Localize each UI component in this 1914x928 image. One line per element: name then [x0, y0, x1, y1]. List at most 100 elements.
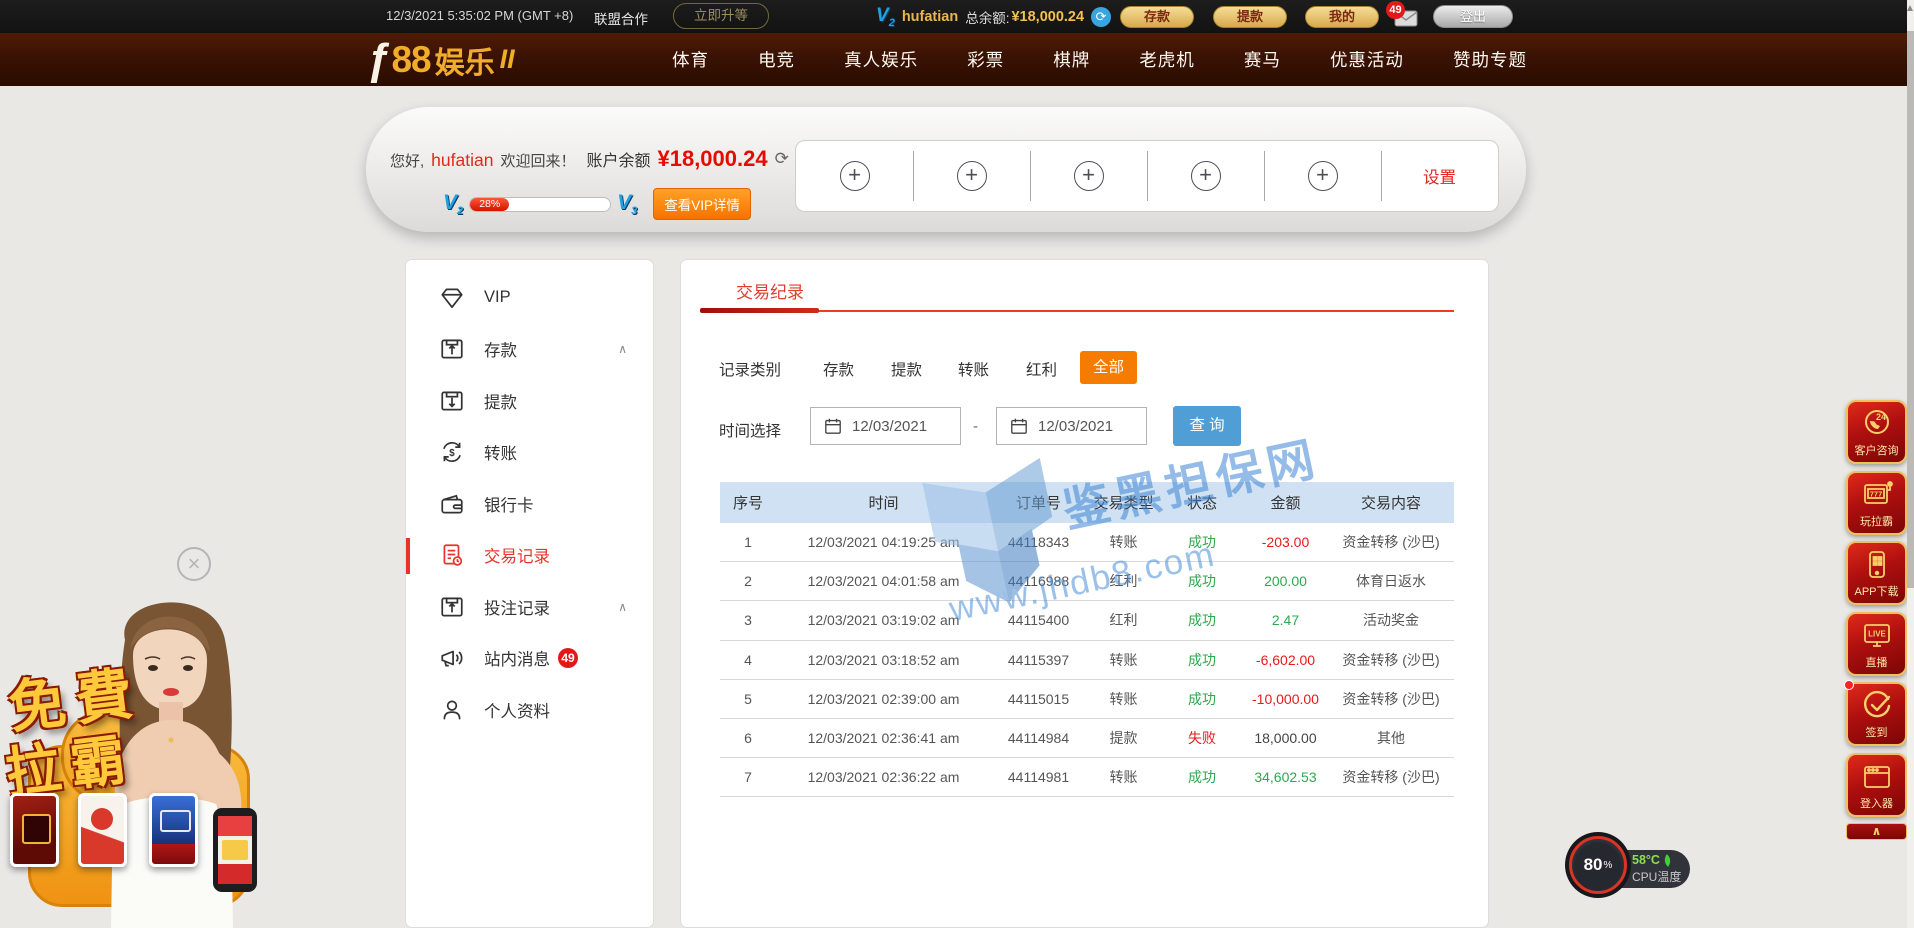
withdraw-icon [439, 388, 465, 414]
megaphone-icon [439, 645, 465, 671]
greeting-prefix: 您好, [390, 150, 424, 171]
sidebar-item-messages[interactable]: 站内消息 49 [406, 633, 653, 685]
mine-button[interactable]: 我的 [1305, 6, 1379, 28]
clock: 12/3/2021 5:35:02 PM (GMT +8) [386, 8, 573, 23]
filter-bonus[interactable]: 红利 [1026, 358, 1057, 380]
date-from-input[interactable]: 12/03/2021 [810, 407, 961, 445]
nav-lottery[interactable]: 彩票 [967, 47, 1004, 72]
cpu-temp-label: CPU温度 [1632, 868, 1690, 885]
withdraw-button[interactable]: 提款 [1213, 6, 1287, 28]
plus-circle-icon: + [1074, 161, 1104, 191]
chevron-up-icon[interactable]: ∧ [618, 600, 627, 614]
status-badge: 失败 [1161, 728, 1243, 748]
vip-next-icon: V3 [617, 191, 637, 217]
scrollbar-thumb[interactable] [1907, 31, 1914, 588]
status-badge: 成功 [1161, 650, 1243, 670]
collapse-menu-button[interactable]: ∧ [1846, 823, 1907, 840]
tab-transaction-records[interactable]: 交易纪录 [736, 278, 804, 303]
banner-balance-label: 账户余额 [586, 147, 650, 171]
customer-service-button[interactable]: 24 客户咨询 [1846, 400, 1907, 464]
vip-detail-button[interactable]: 查看VIP详情 [653, 188, 751, 220]
floating-side-menu: 24 客户咨询 777 玩拉霸 APP下载 LIVE 直播 签到 登入器 ∧ [1846, 400, 1907, 840]
scroll-up-arrow[interactable] [1907, 5, 1913, 11]
transaction-panel: 交易纪录 记录类别 存款 提款 转账 红利 全部 时间选择 12/03/2021… [680, 259, 1489, 928]
nav-esports[interactable]: 电竞 [758, 47, 795, 72]
alliance-link[interactable]: 联盟合作 [594, 8, 648, 28]
live-stream-button[interactable]: LIVE 直播 [1846, 612, 1907, 676]
nav-promotions[interactable]: 优惠活动 [1330, 47, 1404, 72]
promo-close-icon[interactable]: × [177, 547, 211, 581]
nav-items: 体育 电竞 真人娱乐 彩票 棋牌 老虎机 赛马 优惠活动 赞助专题 [672, 33, 1527, 86]
promo-game-thumbnail-3[interactable] [149, 793, 198, 867]
calendar-icon [1010, 417, 1028, 435]
nav-horse-racing[interactable]: 赛马 [1244, 47, 1281, 72]
status-badge: 成功 [1161, 571, 1243, 591]
message-count-badge: 49 [1386, 1, 1405, 19]
logo-88: 88 [391, 39, 430, 81]
sidebar-item-bet-records[interactable]: 投注记录 ∧ [406, 581, 653, 633]
calendar-icon [824, 417, 842, 435]
svg-text:$: $ [449, 448, 455, 459]
table-row: 112/03/2021 04:19:25 am44118343转账成功-203.… [720, 523, 1454, 562]
sidebar-item-withdraw[interactable]: 提款 [406, 375, 653, 427]
balance-value: ¥18,000.24 [1011, 9, 1084, 25]
main-nav: ƒ88娱乐II 体育 电竞 真人娱乐 彩票 棋牌 老虎机 赛马 优惠活动 赞助专… [0, 33, 1914, 86]
sidebar-item-vip[interactable]: VIP [406, 272, 653, 324]
phone-24-icon: 24 [1860, 407, 1894, 441]
deposit-button[interactable]: 存款 [1120, 6, 1194, 28]
vip-current-icon: V2 [443, 191, 463, 217]
table-row: 412/03/2021 03:18:52 am44115397转账成功-6,60… [720, 641, 1454, 680]
banner-refresh-icon[interactable]: ⟳ [775, 149, 789, 169]
sidebar-item-transaction-records[interactable]: 交易记录 [406, 530, 653, 582]
filter-withdraw[interactable]: 提款 [891, 358, 922, 380]
account-summary: V2 hufatian 总余额: ¥18,000.24 ⟳ [876, 0, 1111, 33]
nav-sponsorship[interactable]: 赞助专题 [1453, 47, 1527, 72]
smartphone-icon [1861, 548, 1893, 582]
app-download-button[interactable]: APP下载 [1846, 541, 1907, 605]
transaction-records-icon [439, 542, 465, 568]
slot-machine-icon: 777 [1860, 478, 1894, 512]
username: hufatian [902, 9, 958, 25]
sidebar-item-profile[interactable]: 个人资料 [406, 684, 653, 736]
nav-board-games[interactable]: 棋牌 [1053, 47, 1090, 72]
sidebar-item-transfer[interactable]: $ 转账 [406, 427, 653, 479]
quick-add-slot-1[interactable]: + [796, 141, 913, 211]
top-bar: 12/3/2021 5:35:02 PM (GMT +8) 联盟合作 立即升等 … [0, 0, 1914, 33]
filter-all-active[interactable]: 全部 [1080, 351, 1137, 384]
site-logo[interactable]: ƒ88娱乐II [366, 33, 515, 86]
quick-add-slot-4[interactable]: + [1147, 141, 1264, 211]
promo-game-thumbnail-2[interactable] [78, 793, 127, 867]
filter-deposit[interactable]: 存款 [823, 358, 854, 380]
quick-settings-button[interactable]: 设置 [1381, 141, 1498, 211]
sidebar-item-deposit[interactable]: 存款 ∧ [406, 324, 653, 376]
quick-add-slot-2[interactable]: + [913, 141, 1030, 211]
logout-button[interactable]: 登出 [1433, 5, 1513, 28]
plus-circle-icon: + [1191, 161, 1221, 191]
chevron-up-icon[interactable]: ∧ [618, 342, 627, 356]
sidebar-item-bank-card[interactable]: 银行卡 [406, 478, 653, 530]
nav-live-casino[interactable]: 真人娱乐 [844, 47, 918, 72]
slots-button[interactable]: 777 玩拉霸 [1846, 471, 1907, 535]
vip-progress-bar: 28% [469, 197, 611, 212]
nav-slots[interactable]: 老虎机 [1139, 47, 1195, 72]
page-scrollbar[interactable] [1907, 0, 1914, 928]
banner-balance-value: ¥18,000.24 [657, 146, 767, 172]
quick-add-slot-5[interactable]: + [1264, 141, 1381, 211]
account-sidebar: VIP 存款 ∧ 提款 $ 转账 银行卡 交易记录 投注记录 ∧ 站内消息 49… [405, 259, 654, 928]
status-badge: 成功 [1161, 532, 1243, 552]
tab-active-underline [700, 308, 819, 313]
search-button[interactable]: 查 询 [1173, 406, 1241, 446]
nav-sports[interactable]: 体育 [672, 47, 709, 72]
status-badge: 成功 [1161, 610, 1243, 630]
quick-add-slot-3[interactable]: + [1030, 141, 1147, 211]
date-to-input[interactable]: 12/03/2021 [996, 407, 1147, 445]
launcher-button[interactable]: 登入器 [1846, 753, 1907, 817]
vip-progress-row: V2 28% V3 查看VIP详情 [443, 190, 751, 218]
promo-game-thumbnail-1[interactable] [10, 793, 59, 867]
check-in-button[interactable]: 签到 [1846, 682, 1907, 746]
table-row: 512/03/2021 02:39:00 am44115015转账成功-10,0… [720, 680, 1454, 719]
promo-banner[interactable]: 免費 拉霸 [0, 575, 262, 928]
upgrade-button[interactable]: 立即升等 [673, 3, 769, 29]
refresh-balance-icon[interactable]: ⟳ [1091, 7, 1111, 27]
filter-transfer[interactable]: 转账 [958, 358, 989, 380]
